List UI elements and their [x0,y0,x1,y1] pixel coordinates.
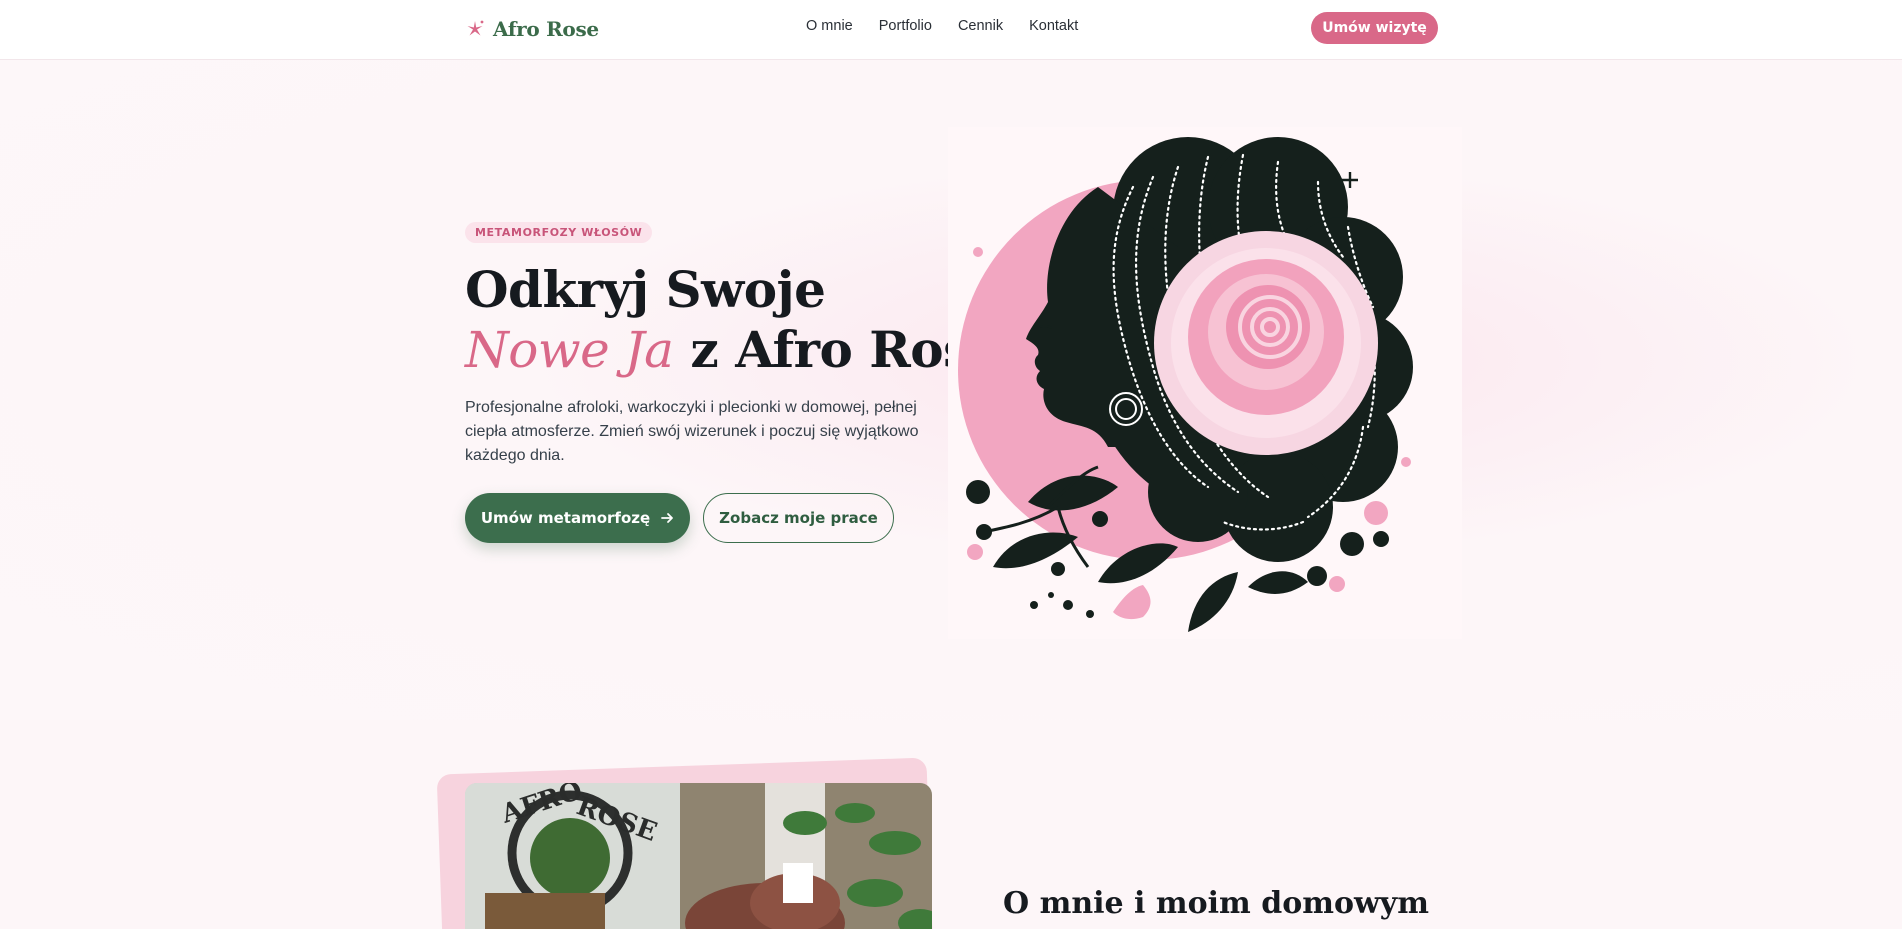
top-navigation: Afro Rose O mnie Portfolio Cennik Kontak… [0,0,1902,60]
nav-links: O mnie Portfolio Cennik Kontakt [806,18,1078,34]
nav-link-about[interactable]: O mnie [806,18,853,34]
hero-title-line-1: Odkryj Swoje [465,260,826,319]
nav-link-pricing[interactable]: Cennik [958,18,1003,34]
logo-text: Afro Rose [493,17,599,41]
rose-flower [1154,231,1378,455]
hero-title-accent: Nowe Ja [465,321,674,379]
hero-lead: Profesjonalne afroloki, warkoczyki i ple… [465,399,919,464]
nav-link-contact[interactable]: Kontakt [1029,18,1078,34]
flower-sparkle-icon [467,20,484,36]
book-metamorphosis-label: Umów metamorfozę [480,509,651,527]
studio-photo-image: AFRO ROSE [465,783,932,929]
nav-link-portfolio[interactable]: Portfolio [879,18,932,34]
studio-photo: AFRO ROSE [465,783,932,929]
hero-title-line-2: Nowe Ja z Afro Rose [465,320,1003,379]
hero-illustration [948,127,1462,639]
book-metamorphosis-button[interactable]: Umów metamorfozę [465,493,690,543]
logo[interactable]: Afro Rose [465,14,599,44]
woman-rose-illustration [958,137,1413,632]
hero-badge: METAMORFOZY WŁOSÓW [465,222,653,243]
about-title: O mnie i moim domowym [1003,886,1429,921]
view-portfolio-button[interactable]: Zobacz moje prace [703,493,894,543]
book-visit-button[interactable]: Umów wizytę [1311,12,1438,44]
arrow-right-icon [661,513,674,523]
about-section [0,720,1902,929]
